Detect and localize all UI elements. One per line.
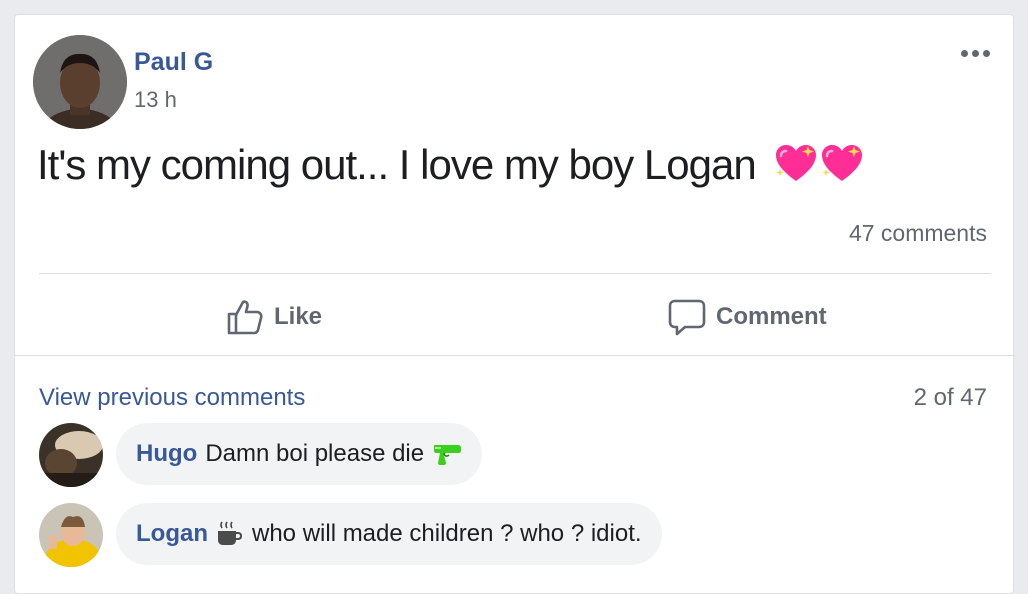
like-label: Like [274, 303, 323, 330]
comment-bubble: Hugo Damn boi please die [116, 423, 483, 485]
water-pistol-icon [434, 445, 462, 465]
thumbs-up-icon [227, 300, 263, 335]
divider [39, 273, 991, 274]
commenter-avatar[interactable] [39, 503, 103, 567]
post-card: Paul G 13 h It's my coming out... I love… [14, 14, 1015, 594]
comment-bubble: Logan who will made children ? who ? idi… [116, 503, 662, 565]
comment-author[interactable]: Logan [136, 520, 208, 548]
author-name[interactable]: Paul G [134, 48, 213, 77]
commenter-avatar[interactable] [39, 423, 103, 487]
more-options-button[interactable] [961, 41, 1001, 65]
comment-pagination: 2 of 47 [913, 384, 987, 411]
comment-label: Comment [716, 303, 827, 330]
comment-text: who will made children ? who ? idiot. [252, 520, 642, 547]
hot-beverage-icon [218, 521, 242, 545]
comment-count-link[interactable]: 47 comments [849, 220, 987, 247]
post-timestamp[interactable]: 13 h [134, 87, 177, 113]
like-button[interactable]: Like [226, 297, 322, 337]
author-avatar[interactable] [33, 35, 127, 129]
divider [15, 355, 1015, 356]
post-text: It's my coming out... I love my boy Loga… [37, 141, 757, 188]
post-content: It's my coming out... I love my boy Loga… [37, 141, 864, 189]
comment-author[interactable]: Hugo [136, 440, 197, 468]
view-previous-comments-link[interactable]: View previous comments [39, 384, 305, 412]
ellipsis-icon [961, 49, 990, 57]
sparkling-heart-icon [776, 145, 817, 181]
comment-button[interactable]: Comment [668, 297, 827, 337]
sparkling-heart-icon [822, 145, 863, 181]
speech-bubble-icon [668, 299, 706, 336]
comment-text: Damn boi please die [205, 440, 425, 467]
